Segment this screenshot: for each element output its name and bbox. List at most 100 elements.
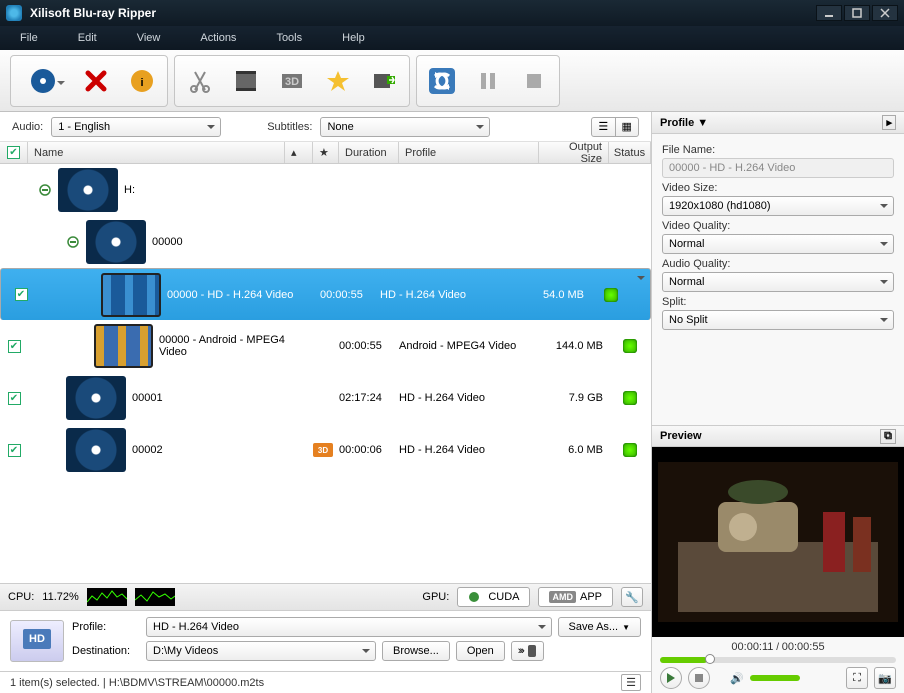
stop-preview-button[interactable] — [688, 667, 710, 689]
close-button[interactable] — [872, 5, 898, 21]
table-row[interactable]: 00000 - HD - H.264 Video00:00:55HD - H.2… — [0, 268, 651, 320]
statusbar: 1 item(s) selected. | H:\BDMV\STREAM\000… — [0, 671, 651, 693]
view-mode-toggle[interactable]: ☰ ▦ — [591, 117, 639, 137]
table-header: Name ▴ ★ Duration Profile Output Size St… — [0, 142, 651, 164]
menu-tools[interactable]: Tools — [276, 32, 302, 44]
row-thumb-icon — [86, 220, 146, 264]
tree-toggle-icon[interactable] — [38, 183, 52, 197]
open-button[interactable]: Open — [456, 641, 505, 661]
destination-select[interactable]: D:\My Videos — [146, 641, 376, 661]
video-size-select[interactable]: 1920x1080 (hd1080) — [662, 196, 894, 216]
profile-dropdown-icon[interactable]: ▼ — [697, 117, 708, 129]
row-profile: HD - H.264 Video — [399, 372, 539, 424]
row-profile — [399, 164, 539, 216]
menu-help[interactable]: Help — [342, 32, 365, 44]
gpu-amd-button[interactable]: AMDAPP — [538, 587, 613, 607]
row-thumb-icon — [66, 428, 126, 472]
preview-timeline[interactable] — [660, 657, 896, 663]
row-checkbox[interactable] — [8, 340, 21, 353]
row-name: 00002 — [132, 444, 163, 456]
menu-edit[interactable]: Edit — [78, 32, 97, 44]
stop-button[interactable] — [513, 60, 555, 102]
favorite-button[interactable] — [317, 60, 359, 102]
table-row[interactable]: 00000 - Android - MPEG4 Video00:00:55And… — [0, 320, 651, 372]
row-duration — [339, 164, 399, 216]
table-row[interactable]: 0000102:17:24HD - H.264 Video7.9 GB — [0, 372, 651, 424]
col-duration[interactable]: Duration — [339, 142, 399, 163]
row-duration: 00:00:55 — [320, 269, 380, 320]
cut-button[interactable] — [179, 60, 221, 102]
table-row[interactable]: 00000 — [0, 216, 651, 268]
snapshot-button[interactable]: 📷 — [874, 667, 896, 689]
3d-badge-icon: 3D — [313, 443, 333, 457]
merge-button[interactable] — [363, 60, 405, 102]
pause-button[interactable] — [467, 60, 509, 102]
menu-actions[interactable]: Actions — [200, 32, 236, 44]
history-icon[interactable]: ☰ — [621, 674, 641, 691]
row-output-size — [539, 216, 609, 268]
select-all-checkbox[interactable] — [7, 146, 20, 159]
file-name-input[interactable] — [662, 158, 894, 178]
transfer-device-button[interactable]: ››› — [511, 641, 544, 661]
row-output-size: 7.9 GB — [539, 372, 609, 424]
subtitles-label: Subtitles: — [267, 121, 312, 133]
add-disc-button[interactable] — [15, 60, 71, 102]
row-checkbox[interactable] — [8, 444, 21, 457]
list-view-icon[interactable]: ☰ — [592, 118, 616, 136]
effects-button[interactable] — [225, 60, 267, 102]
titlebar: Xilisoft Blu-ray Ripper — [0, 0, 904, 26]
row-profile: HD - H.264 Video — [399, 424, 539, 476]
preview-detach-button[interactable]: ⧉ — [880, 429, 896, 444]
maximize-button[interactable] — [844, 5, 870, 21]
row-name: 00000 - Android - MPEG4 Video — [159, 334, 313, 358]
col-name[interactable]: Name — [28, 142, 285, 163]
video-quality-select[interactable]: Normal — [662, 234, 894, 254]
minimize-button[interactable] — [816, 5, 842, 21]
profile-select[interactable]: HD - H.264 Video — [146, 617, 552, 637]
table-row[interactable]: H: — [0, 164, 651, 216]
row-output-size: 6.0 MB — [539, 424, 609, 476]
status-text: 1 item(s) selected. | H:\BDMV\STREAM\000… — [10, 677, 264, 689]
subtitles-select[interactable]: None — [320, 117, 490, 137]
profile-expand-button[interactable]: ▸ — [882, 115, 896, 130]
col-output-size[interactable]: Output Size — [539, 142, 609, 163]
profile-panel-header: Profile ▼ ▸ — [652, 112, 904, 134]
app-logo-icon — [6, 5, 22, 21]
play-button[interactable] — [660, 667, 682, 689]
3d-button[interactable]: 3D — [271, 60, 313, 102]
grid-view-icon[interactable]: ▦ — [616, 118, 639, 136]
convert-button[interactable] — [421, 60, 463, 102]
col-star-icon[interactable]: ★ — [313, 142, 339, 163]
volume-slider[interactable] — [750, 675, 800, 681]
video-quality-label: Video Quality: — [662, 220, 894, 232]
delete-button[interactable] — [75, 60, 117, 102]
info-button[interactable]: i — [121, 60, 163, 102]
gpu-settings-button[interactable]: 🔧 — [621, 587, 643, 607]
audio-label: Audio: — [12, 121, 43, 133]
table-row[interactable]: 000023D00:00:06HD - H.264 Video6.0 MB — [0, 424, 651, 476]
row-checkbox[interactable] — [15, 288, 28, 301]
destination-label: Destination: — [72, 645, 140, 657]
browse-button[interactable]: Browse... — [382, 641, 450, 661]
gpu-cuda-button[interactable]: CUDA — [457, 587, 530, 607]
menu-view[interactable]: View — [137, 32, 161, 44]
split-select[interactable]: No Split — [662, 310, 894, 330]
menubar: File Edit View Actions Tools Help — [0, 26, 904, 50]
row-thumb-icon — [66, 376, 126, 420]
app-title: Xilisoft Blu-ray Ripper — [30, 6, 814, 20]
col-sort-icon[interactable]: ▴ — [285, 142, 313, 163]
col-status[interactable]: Status — [609, 142, 651, 163]
fullscreen-button[interactable]: ⛶ — [846, 667, 868, 689]
menu-file[interactable]: File — [20, 32, 38, 44]
volume-icon[interactable]: 🔊 — [730, 672, 744, 685]
tree-toggle-icon[interactable] — [66, 235, 80, 249]
save-as-button[interactable]: Save As...▼ — [558, 617, 641, 637]
table-body: H:0000000000 - HD - H.264 Video00:00:55H… — [0, 164, 651, 583]
col-profile[interactable]: Profile — [399, 142, 539, 163]
svg-text:i: i — [140, 77, 143, 89]
preview-viewport — [652, 447, 904, 637]
audio-select[interactable]: 1 - English — [51, 117, 221, 137]
row-checkbox[interactable] — [8, 392, 21, 405]
row-profile — [399, 216, 539, 268]
audio-quality-select[interactable]: Normal — [662, 272, 894, 292]
